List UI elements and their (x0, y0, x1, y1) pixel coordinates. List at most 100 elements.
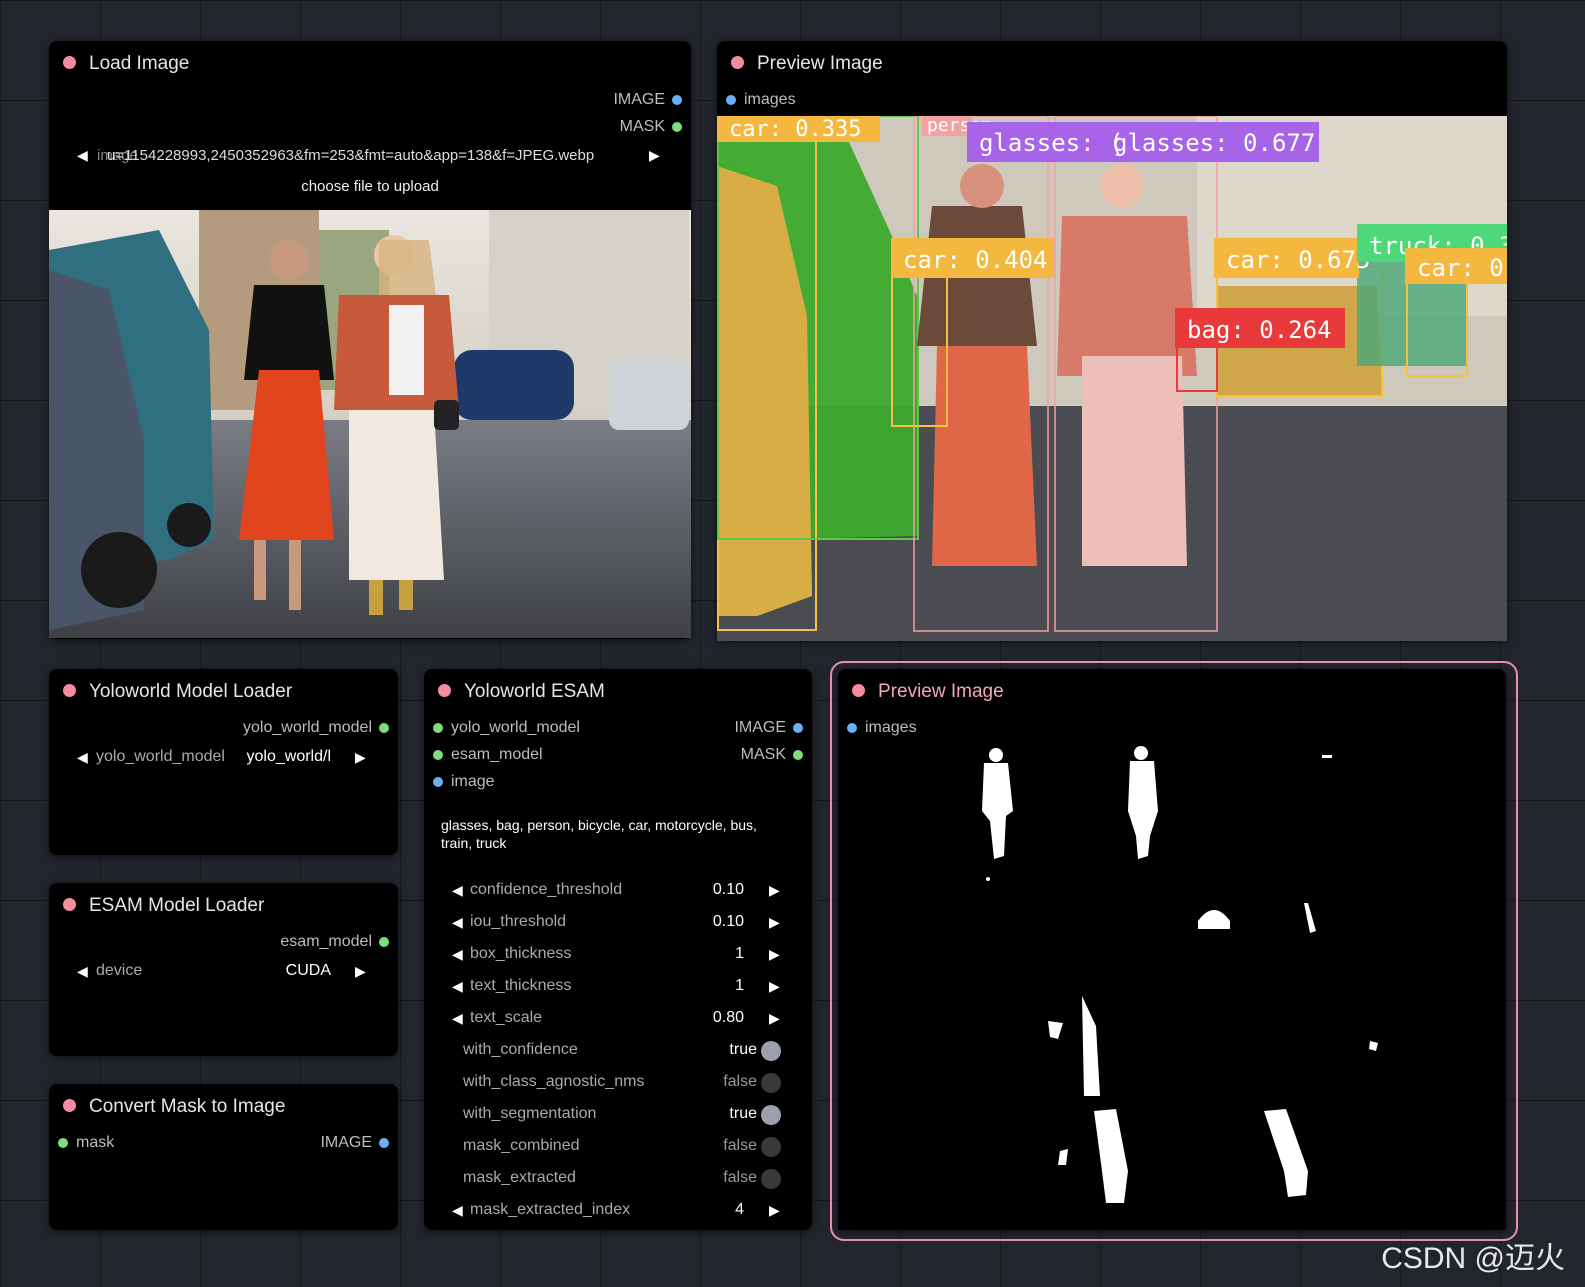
node-status-dot (731, 56, 744, 69)
node-title: Yoloworld ESAM (464, 681, 605, 702)
yoloworld-model-loader-node[interactable]: Yoloworld Model Loader yolo_world_model … (49, 669, 398, 855)
detection-preview-image: car: 0.335 person glasses: ( glasses: 0.… (717, 116, 1507, 641)
confidence-threshold-inc[interactable]: ▶ (769, 882, 780, 899)
file-widget-value[interactable]: u=1154228993,2450352963&fm=253&fmt=auto&… (107, 147, 594, 164)
det-label-7: car: 0. (1417, 254, 1507, 282)
mask-extracted-index-inc[interactable]: ▶ (769, 1202, 780, 1219)
text-scale-dec[interactable]: ◀ (452, 1010, 463, 1027)
node-status-dot (63, 684, 76, 697)
file-prev-arrow[interactable]: ◀ (77, 147, 88, 164)
node-title: Load Image (89, 53, 190, 74)
model-widget-value[interactable]: yolo_world/l (247, 748, 331, 766)
iou-threshold-dec[interactable]: ◀ (452, 914, 463, 931)
load-image-node[interactable]: Load Image IMAGE MASK ◀ image u=11542289… (49, 41, 691, 639)
device-next-arrow[interactable]: ▶ (355, 963, 366, 980)
mask-extracted-value: false (723, 1169, 757, 1186)
with-confidence-value: true (729, 1041, 757, 1058)
text-scale-value[interactable]: 0.80 (713, 1009, 744, 1027)
iou-threshold-inc[interactable]: ▶ (769, 914, 780, 931)
with-segmentation-label: with_segmentation (463, 1105, 597, 1122)
input-image-slot[interactable] (433, 777, 443, 787)
text-scale-label: text_scale (470, 1009, 543, 1026)
node-status-dot (852, 684, 865, 697)
with-confidence-toggle[interactable] (761, 1041, 781, 1061)
categories-textarea[interactable]: glasses, bag, person, bicycle, car, moto… (441, 816, 781, 852)
street-photo-svg (49, 210, 691, 638)
confidence-threshold-value[interactable]: 0.10 (713, 881, 744, 899)
node-title: Convert Mask to Image (89, 1096, 286, 1117)
mask-extracted-index-dec[interactable]: ◀ (452, 1202, 463, 1219)
node-status-dot (63, 56, 76, 69)
text-thickness-inc[interactable]: ▶ (769, 978, 780, 995)
output-mask-slot[interactable] (793, 750, 803, 760)
iou-threshold-value[interactable]: 0.10 (713, 913, 744, 931)
input-esam-model-slot[interactable] (433, 750, 443, 760)
node-status-dot (438, 684, 451, 697)
mask-extracted-index-label: mask_extracted_index (470, 1201, 631, 1218)
model-widget-label: yolo_world_model (96, 748, 225, 765)
output-esam-model-slot[interactable] (379, 937, 389, 947)
node-title: Preview Image (757, 53, 883, 74)
output-image-label: IMAGE (613, 91, 665, 108)
mask-extracted-toggle[interactable] (761, 1169, 781, 1189)
output-mask-label: MASK (740, 746, 786, 763)
output-yolo-world-model-label: yolo_world_model (243, 719, 372, 736)
confidence-threshold-dec[interactable]: ◀ (452, 882, 463, 899)
with-class-agnostic-nms-toggle[interactable] (761, 1073, 781, 1093)
output-mask-label: MASK (619, 118, 665, 135)
node-status-dot (63, 898, 76, 911)
input-yolo-world-model-slot[interactable] (433, 723, 443, 733)
mask-extracted-index-value[interactable]: 4 (735, 1201, 744, 1219)
det-label-0: car: 0.335 (729, 117, 861, 142)
output-image-label: IMAGE (320, 1134, 372, 1151)
det-label-4: car: 0.404 (903, 246, 1048, 274)
with-confidence-label: with_confidence (463, 1041, 578, 1058)
output-image-label: IMAGE (734, 719, 786, 736)
box-thickness-label: box_thickness (470, 945, 572, 962)
with-segmentation-toggle[interactable] (761, 1105, 781, 1125)
input-esam-model-label: esam_model (451, 746, 543, 763)
yoloworld-esam-node[interactable]: Yoloworld ESAM yolo_world_model esam_mod… (424, 669, 812, 1230)
convert-mask-to-image-node[interactable]: Convert Mask to Image mask IMAGE (49, 1084, 398, 1230)
with-class-agnostic-nms-value: false (723, 1073, 757, 1090)
input-yolo-world-model-label: yolo_world_model (451, 719, 580, 736)
device-prev-arrow[interactable]: ◀ (77, 963, 88, 980)
input-images-label: images (744, 91, 796, 108)
input-mask-slot[interactable] (58, 1138, 68, 1148)
preview-image-node-2[interactable]: Preview Image images (838, 669, 1506, 1230)
output-yolo-world-model-slot[interactable] (379, 723, 389, 733)
node-title: Yoloworld Model Loader (89, 681, 293, 702)
box-thickness-dec[interactable]: ◀ (452, 946, 463, 963)
iou-threshold-label: iou_threshold (470, 913, 567, 930)
file-next-arrow[interactable]: ▶ (649, 147, 660, 164)
box-thickness-inc[interactable]: ▶ (769, 946, 780, 963)
device-widget-label: device (96, 962, 143, 979)
model-next-arrow[interactable]: ▶ (355, 749, 366, 766)
output-image-slot[interactable] (379, 1138, 389, 1148)
loaded-image (49, 210, 691, 638)
node-status-dot (63, 1099, 76, 1112)
det-label-3: glasses: 0.677 (1113, 129, 1315, 157)
esam-model-loader-node[interactable]: ESAM Model Loader esam_model ◀ device CU… (49, 883, 398, 1056)
mask-combined-label: mask_combined (463, 1137, 580, 1154)
mask-combined-toggle[interactable] (761, 1137, 781, 1157)
input-mask-label: mask (76, 1134, 115, 1151)
box-thickness-value[interactable]: 1 (735, 945, 744, 963)
output-image-slot[interactable] (793, 723, 803, 733)
det-label-5: car: 0.675 (1226, 246, 1371, 274)
text-scale-inc[interactable]: ▶ (769, 1010, 780, 1027)
mask-combined-value: false (723, 1137, 757, 1154)
output-mask-slot[interactable] (672, 122, 682, 132)
node-title: Preview Image (878, 681, 1004, 702)
preview-image-node-1[interactable]: Preview Image images car: 0.335 person g… (717, 41, 1507, 641)
output-image-slot[interactable] (672, 95, 682, 105)
csdn-watermark: CSDN @迈火 (1381, 1242, 1565, 1275)
input-images-slot[interactable] (847, 723, 857, 733)
text-thickness-value[interactable]: 1 (735, 977, 744, 995)
device-widget-value[interactable]: CUDA (286, 962, 331, 980)
upload-button[interactable]: choose file to upload (49, 178, 691, 195)
model-prev-arrow[interactable]: ◀ (77, 749, 88, 766)
input-images-slot[interactable] (726, 95, 736, 105)
det-label-2: glasses: ( (979, 129, 1124, 157)
text-thickness-dec[interactable]: ◀ (452, 978, 463, 995)
